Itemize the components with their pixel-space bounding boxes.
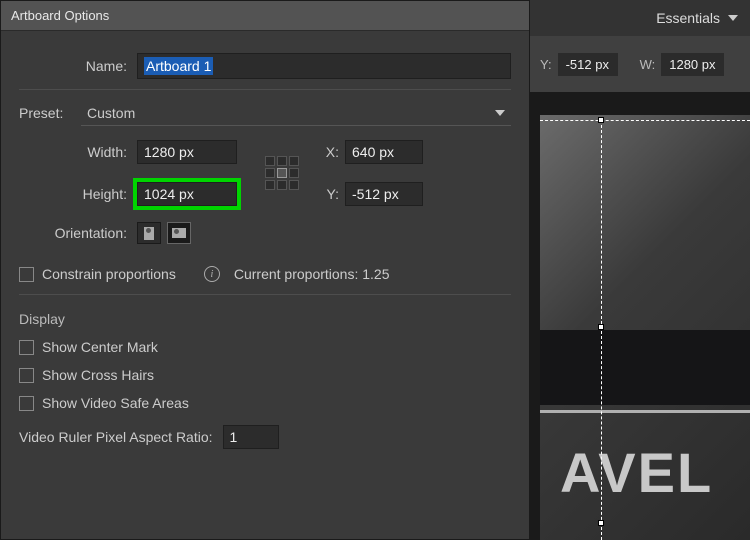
x-label: X:: [317, 144, 345, 160]
prop-w-value[interactable]: 1280 px: [661, 53, 723, 76]
ruler-ratio-label: Video Ruler Pixel Aspect Ratio:: [19, 429, 223, 445]
current-proportions-label: Current proportions: 1.25: [234, 266, 390, 282]
refpoint-cell-center[interactable]: [277, 168, 287, 178]
divider: [19, 294, 511, 295]
artboard-edge-vertical: [601, 120, 602, 540]
refpoint-cell[interactable]: [289, 168, 299, 178]
artboard-handle[interactable]: [598, 324, 604, 330]
ruler-ratio-value: 1: [230, 429, 238, 445]
show-video-safe-checkbox[interactable]: [19, 396, 34, 411]
show-cross-hairs-checkbox[interactable]: [19, 368, 34, 383]
workspace-switcher-bar: Essentials: [530, 0, 750, 36]
preset-value: Custom: [87, 105, 135, 121]
orientation-portrait-button[interactable]: [137, 222, 161, 244]
prop-y-value[interactable]: -512 px: [558, 53, 618, 76]
refpoint-cell[interactable]: [289, 180, 299, 190]
constrain-proportions-checkbox[interactable]: [19, 267, 34, 282]
dialog-title: Artboard Options: [11, 8, 109, 23]
refpoint-cell[interactable]: [289, 156, 299, 166]
show-cross-hairs-label: Show Cross Hairs: [42, 367, 154, 383]
refpoint-cell[interactable]: [265, 156, 275, 166]
width-label: Width:: [19, 144, 137, 160]
show-center-mark-checkbox[interactable]: [19, 340, 34, 355]
show-center-mark-label: Show Center Mark: [42, 339, 158, 355]
display-heading: Display: [19, 311, 511, 327]
refpoint-cell[interactable]: [277, 180, 287, 190]
refpoint-cell[interactable]: [265, 180, 275, 190]
preset-select[interactable]: Custom: [81, 100, 511, 126]
workspace-name[interactable]: Essentials: [656, 10, 720, 26]
artboard-edge-top: [540, 120, 750, 121]
preset-label: Preset:: [19, 105, 81, 121]
width-input[interactable]: 1280 px: [137, 140, 237, 164]
landscape-icon: [172, 228, 186, 238]
artboard-handle[interactable]: [598, 117, 604, 123]
ruler-ratio-input[interactable]: 1: [223, 425, 279, 449]
artboard-handle[interactable]: [598, 520, 604, 526]
height-value: 1024 px: [144, 186, 194, 202]
width-value: 1280 px: [144, 144, 194, 160]
portrait-icon: [144, 227, 154, 240]
chevron-down-icon[interactable]: [728, 15, 738, 21]
name-input[interactable]: Artboard 1: [137, 53, 511, 79]
name-label: Name:: [19, 58, 137, 74]
control-bar: Y: -512 px W: 1280 px: [530, 36, 750, 92]
constrain-proportions-label: Constrain proportions: [42, 266, 176, 282]
height-input[interactable]: 1024 px: [137, 182, 237, 206]
canvas-dark-strip: [540, 330, 750, 405]
height-label: Height:: [19, 186, 137, 202]
y-label: Y:: [317, 186, 345, 202]
artboard-options-dialog: Artboard Options Name: Artboard 1 Preset…: [0, 0, 530, 540]
orientation-landscape-button[interactable]: [167, 222, 191, 244]
chevron-down-icon: [495, 110, 505, 116]
name-input-value: Artboard 1: [144, 57, 213, 75]
x-value: 640 px: [352, 144, 394, 160]
info-icon: i: [204, 266, 220, 282]
y-input[interactable]: -512 px: [345, 182, 423, 206]
refpoint-cell[interactable]: [265, 168, 275, 178]
canvas-artwork-text: AVEL: [560, 440, 713, 505]
canvas-divider-line: [540, 410, 750, 413]
divider: [19, 89, 511, 90]
orientation-label: Orientation:: [19, 225, 137, 241]
x-input[interactable]: 640 px: [345, 140, 423, 164]
show-video-safe-label: Show Video Safe Areas: [42, 395, 189, 411]
dialog-titlebar[interactable]: Artboard Options: [1, 1, 529, 31]
reference-point-grid[interactable]: [265, 156, 299, 190]
refpoint-cell[interactable]: [277, 156, 287, 166]
y-value: -512 px: [352, 186, 399, 202]
prop-w-label: W:: [640, 57, 656, 72]
prop-y-label: Y:: [540, 57, 552, 72]
